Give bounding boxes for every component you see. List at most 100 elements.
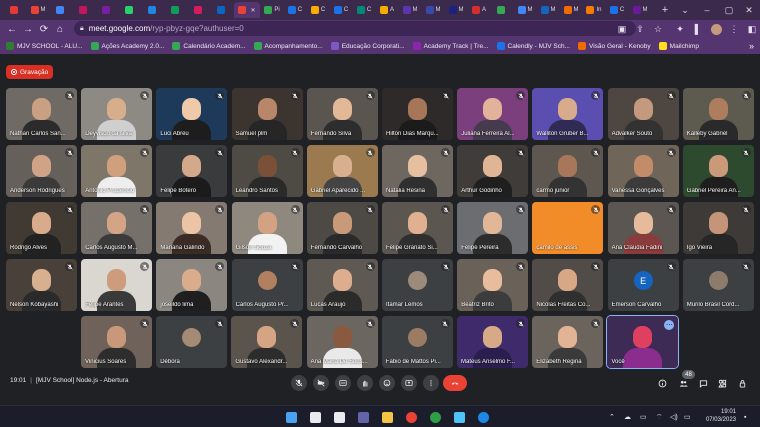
participant-tile[interactable]: Vanessa Gonçalves <box>607 145 679 197</box>
home-icon[interactable]: ⌂ <box>52 21 68 37</box>
participant-tile[interactable]: Felipe Pereira <box>457 202 529 254</box>
file-explorer-icon[interactable] <box>379 409 395 425</box>
tab-close-icon[interactable]: ✕ <box>250 7 255 14</box>
browser-tab[interactable] <box>73 2 95 18</box>
participant-tile[interactable]: Anderson Rodrigues <box>6 145 77 197</box>
browser-tab[interactable]: M <box>629 2 651 18</box>
sidebar-icon[interactable]: ◧ <box>744 20 760 38</box>
participant-tile[interactable]: Gilson Souza <box>231 202 303 254</box>
raise-hand-button[interactable] <box>357 375 373 391</box>
participant-tile[interactable]: Felipe Arantes <box>81 259 153 311</box>
tab-search-icon[interactable]: ⌄ <box>674 0 696 20</box>
camera-button[interactable] <box>313 375 329 391</box>
participant-tile[interactable]: camilo de assis <box>532 202 604 254</box>
participant-tile[interactable]: Murilo Brasil Cord... <box>682 259 754 311</box>
host-controls-button[interactable] <box>735 376 749 390</box>
participant-tile[interactable]: Luci Abreu <box>156 88 228 140</box>
participant-tile[interactable]: Gabriel Aparecido ... <box>306 145 378 197</box>
browser-tab[interactable]: M <box>422 2 444 18</box>
participant-tile[interactable]: Hilton Dias Marqu... <box>382 88 453 140</box>
participant-tile[interactable]: Nelson Kobayashi <box>6 259 77 311</box>
participant-tile[interactable]: Carlos Augusto M... <box>81 202 153 254</box>
end-call-button[interactable] <box>443 375 467 391</box>
browser-tab[interactable]: C <box>284 2 306 18</box>
browser-tab[interactable] <box>96 2 118 18</box>
edge-dev-icon[interactable] <box>427 409 443 425</box>
participant-tile[interactable]: Antonio Prudencio <box>81 145 153 197</box>
share-icon[interactable]: ⇪ <box>632 20 648 38</box>
browser-tab[interactable]: A <box>376 2 398 18</box>
system-clock[interactable]: 19:01 07/03/2023 <box>706 408 736 424</box>
browser-tab[interactable] <box>4 2 26 18</box>
bookmark-star-icon[interactable]: ☆ <box>650 20 666 38</box>
battery-status-icon[interactable]: ▭ <box>684 406 691 427</box>
participant-tile[interactable]: Itamar Lemos <box>382 259 453 311</box>
browser-tab[interactable]: C <box>606 2 628 18</box>
maximize-icon[interactable]: ▢ <box>718 0 740 20</box>
participant-tile[interactable]: Ana Maria De Sous... <box>306 316 378 368</box>
participant-tile[interactable]: Deyvison da silva <box>81 88 153 140</box>
participant-tile[interactable]: Gustavo Alexandr... <box>231 316 303 368</box>
browser-tab[interactable] <box>50 2 72 18</box>
captions-button[interactable] <box>335 375 351 391</box>
search-icon[interactable] <box>307 409 323 425</box>
bookmark-item[interactable]: Calendário Academ... <box>172 42 246 50</box>
browser-tab[interactable] <box>142 2 164 18</box>
participant-tile[interactable]: Walliton Gruber B... <box>532 88 604 140</box>
browser-tab[interactable]: C <box>330 2 352 18</box>
browser-tab[interactable]: M <box>537 2 559 18</box>
camera-permission-icon[interactable]: ▣ <box>614 20 630 38</box>
browser-tab[interactable] <box>211 2 233 18</box>
participant-tile[interactable]: joseildo lima <box>156 259 228 311</box>
participant-tile[interactable]: Débora <box>156 316 228 368</box>
participant-tile[interactable]: Natália Resina <box>382 145 453 197</box>
browser-tab[interactable]: M <box>514 2 536 18</box>
browser-tab[interactable]: C <box>307 2 329 18</box>
volume-icon[interactable]: ◁) <box>670 406 678 427</box>
activities-button[interactable] <box>715 376 729 390</box>
new-tab-button[interactable]: + <box>658 4 672 16</box>
address-bar[interactable]: 🔒︎ meet.google.com/ryp-pbyz-gqe?authuser… <box>74 21 636 36</box>
participant-tile[interactable]: Kalleby Gabriel <box>682 88 754 140</box>
participant-tile[interactable]: carmo junior <box>532 145 604 197</box>
more-options-button[interactable] <box>423 375 439 391</box>
browser-tab[interactable]: M <box>27 2 49 18</box>
chat-button[interactable] <box>696 376 710 390</box>
show-hidden-icons[interactable]: ⌃ <box>609 406 615 427</box>
bookmark-item[interactable]: Mailchimp <box>658 42 699 50</box>
participant-tile[interactable]: E Emerson Carvalho <box>607 259 679 311</box>
close-icon[interactable]: ✕ <box>738 0 760 20</box>
bookmark-item[interactable]: Academy Track | Tre... <box>412 42 489 50</box>
more-bookmarks-icon[interactable]: » <box>749 38 754 54</box>
browser-tab[interactable]: In <box>583 2 605 18</box>
participant-tile[interactable]: Felipe Botero <box>156 145 228 197</box>
participant-tile[interactable]: Lucas Araujo <box>306 259 378 311</box>
forward-icon[interactable]: → <box>20 21 36 37</box>
participant-tile[interactable]: Leandro Santos <box>231 145 303 197</box>
notifications-icon[interactable]: ▪ <box>744 406 746 427</box>
emoji-reactions-button[interactable] <box>379 375 395 391</box>
browser-tab[interactable]: A <box>468 2 490 18</box>
profile-avatar[interactable] <box>708 20 724 38</box>
participant-tile[interactable]: Beatriz Brito <box>457 259 529 311</box>
microphone-button[interactable] <box>291 375 307 391</box>
self-video-tile[interactable]: ⋯ Você <box>606 315 680 369</box>
participant-tile[interactable]: Elizabeth Regina <box>532 316 604 368</box>
browser-tab[interactable] <box>119 2 141 18</box>
meeting-details-button[interactable] <box>655 376 669 390</box>
bookmark-item[interactable]: Acompanhamento... <box>253 42 323 50</box>
bookmark-item[interactable]: MJV SCHOOL - ALU... <box>6 42 83 50</box>
notepad-icon[interactable] <box>451 409 467 425</box>
participant-tile[interactable]: Nathan Carlos San... <box>6 88 77 140</box>
windows-start-icon[interactable] <box>283 409 299 425</box>
chrome-icon[interactable] <box>403 409 419 425</box>
edge-icon[interactable] <box>475 409 491 425</box>
browser-tab[interactable]: ✕ <box>234 2 260 18</box>
onedrive-icon[interactable]: ☁ <box>624 406 631 427</box>
participant-tile[interactable]: Juliana Ferreira Al... <box>457 88 529 140</box>
browser-tab[interactable]: M <box>399 2 421 18</box>
browser-menu-icon[interactable]: ⋮ <box>726 20 742 38</box>
browser-tab[interactable] <box>491 2 513 18</box>
reading-mode-icon[interactable]: ▌ <box>690 20 706 38</box>
extensions-icon[interactable]: ✦ <box>672 20 688 38</box>
